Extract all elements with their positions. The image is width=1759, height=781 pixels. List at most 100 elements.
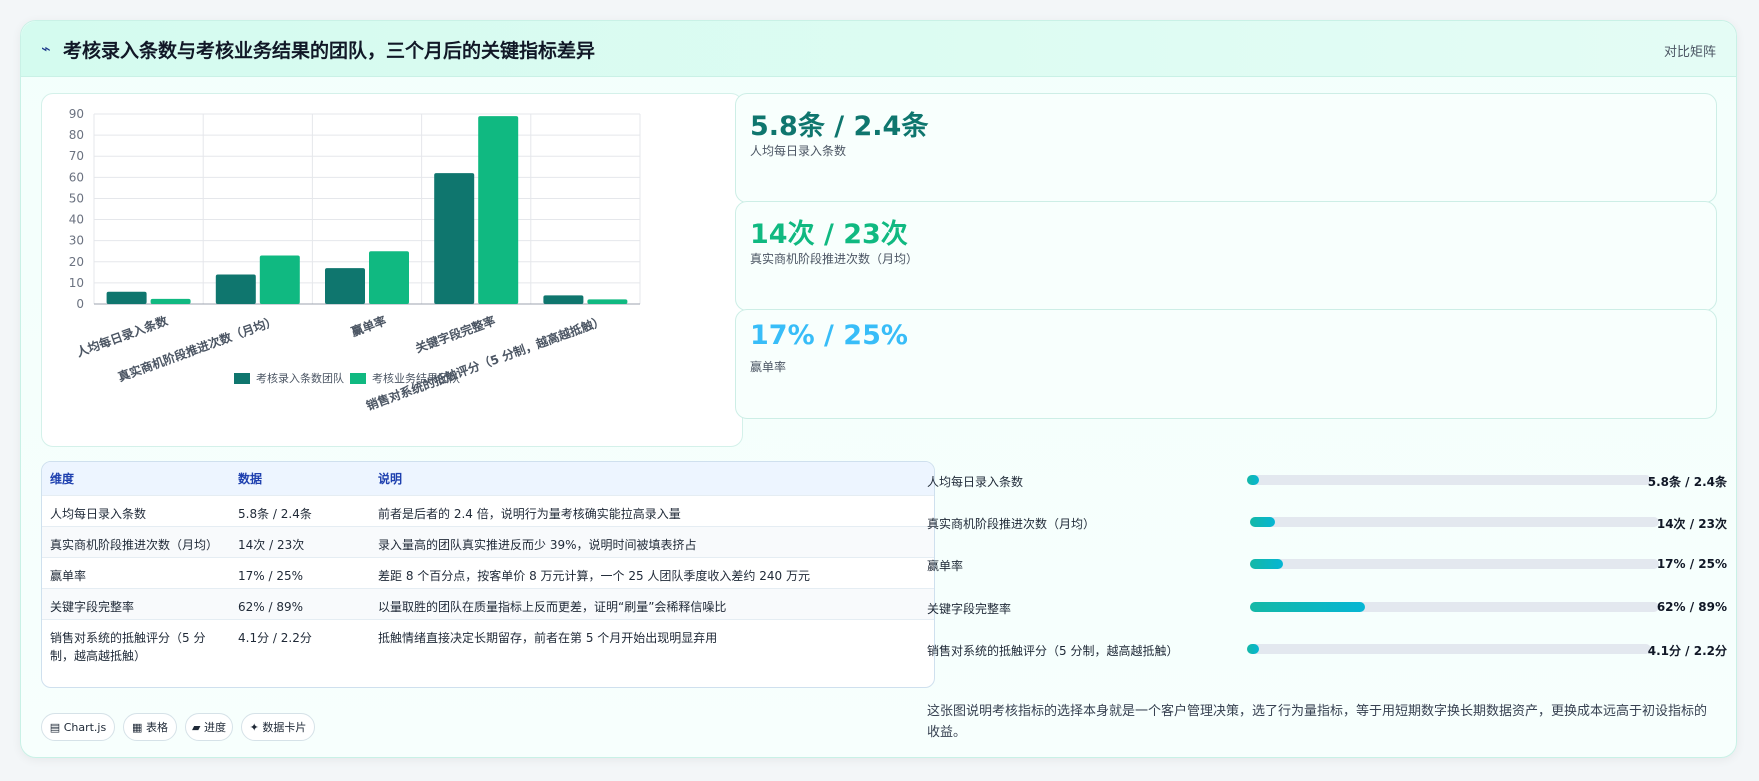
progress-fill [1250,559,1283,569]
progress-track [1250,559,1659,569]
y-tick-label: 80 [69,128,84,142]
bar-series-a [325,268,365,304]
sparkle-icon: ✦ [249,721,259,734]
pill-label: Chart.js [63,721,107,734]
table-cell: 14次 / 23次 [238,538,305,552]
progress-track [1250,602,1659,612]
column-header: 说明 [378,472,403,486]
y-tick-label: 50 [69,191,84,205]
x-tick-label: 赢单率 [349,313,388,339]
bar-series-b [259,255,300,304]
table-cell: 差距 8 个百分点，按客单价 8 万元计算，一个 25 人团队季度收入差约 24… [378,569,810,583]
stat-card: 17% / 25% 赢单率 [735,309,1717,419]
pill-label: 进度 [203,721,226,734]
legend-swatch [234,373,250,384]
progress-pill[interactable]: ▰ 进度 [185,713,233,741]
chart-icon: ▤ [49,721,61,734]
pill-label: 表格 [145,721,168,734]
table-row: 人均每日录入条数 5.8条 / 2.4条 前者是后者的 2.4 倍，说明行为量考核确… [42,495,934,526]
table-cell: 真实商机阶段推进次数（月均） [50,538,219,552]
table-cell: 赢单率 [50,569,87,583]
stat-label: 赢单率 [750,360,787,374]
bar-series-a [215,274,256,304]
matrix-label: 对比矩阵 [1663,45,1716,60]
legend-swatch [350,373,366,384]
progress-label: 关键字段完整率 [927,602,1012,616]
bar-series-b [587,299,628,304]
pulse-icon: ⌁ [41,39,51,58]
progress-label: 人均每日录入条数 [927,475,1024,489]
progress-fill [1247,475,1259,485]
card-header: ⌁ 考核录入条数与考核业务结果的团队，三个月后的关键指标差异 对比矩阵 [21,21,1736,77]
y-tick-label: 40 [69,213,84,227]
bar-chart: 0102030405060708090人均每日录入条数真实商机阶段推进次数（月均… [69,107,641,413]
stat-value: 17% / 25% [750,320,908,351]
stat-label: 人均每日录入条数 [750,144,847,158]
table-cell: 关键字段完整率 [50,600,135,614]
progress-value: 17% / 25% [1656,557,1727,571]
progress-value: 4.1分 / 2.2分 [1647,644,1727,658]
table-row: 赢单率 17% / 25% 差距 8 个百分点，按客单价 8 万元计算，一个 25 … [42,557,934,588]
data-card-pill[interactable]: ✦ 数据卡片 [241,713,315,741]
bar-series-b [150,298,191,304]
stat-card: 5.8条 / 2.4条人均每日录入条数 [735,93,1717,203]
table-cell: 17% / 25% [238,569,304,583]
progress-value: 14次 / 23次 [1656,517,1727,531]
progress-row: 赢单率 17% / 25% [927,551,1727,591]
column-header: 维度 [50,472,75,486]
progress-label: 销售对系统的抵触评分（5 分制，越高越抵触） [927,644,1179,658]
legend-label: 考核业务结果团队 [372,371,460,385]
summary-text: 这张图说明考核指标的选择本身就是一个客户管理决策，选了行为量指标，等于用短期数字… [927,704,1708,740]
y-tick-label: 0 [76,297,84,311]
table-icon: ▦ [132,721,143,734]
stat-label: 真实商机阶段推进次数（月均） [750,252,919,266]
chartjs-pill[interactable]: ▤ Chart.js [41,713,115,741]
table-cell: 62% / 89% [238,600,304,614]
data-table: 维度 数据 说明人均每日录入条数 5.8条 / 2.4条 前者是后者的 2.4 倍，说明… [41,461,935,688]
table-pill[interactable]: ▦ 表格 [123,713,177,741]
table-row: 真实商机阶段推进次数（月均） 14次 / 23次 录入量高的团队真实推进反而少 39… [42,526,934,557]
y-tick-label: 30 [69,234,84,248]
y-tick-label: 70 [69,149,84,163]
stat-value: 5.8条 / 2.4条 [750,111,929,142]
progress-track [1250,517,1659,527]
comparison-card: ⌁ 考核录入条数与考核业务结果的团队，三个月后的关键指标差异 对比矩阵 0 10 2… [20,20,1737,758]
table-cell: 抵触情绪直接决定长期留存，前者在第 5 个月开始出现明显弃用 [378,631,718,645]
progress-row: 销售对系统的抵触评分（5 分制，越高越抵触） 4.1分 / 2.2分 [927,636,1727,676]
y-tick-label: 60 [69,170,84,184]
table-row: 销售对系统的抵触评分（5 分制，越高越抵触） 4.1分 / 2.2分 抵触情绪直接决… [42,619,934,667]
y-tick-label: 10 [69,276,84,290]
table-row: 关键字段完整率 62% / 89% 以量取胜的团队在质量指标上反而更差，证明“刷量”… [42,588,934,619]
progress-row: 关键字段完整率 62% / 89% [927,594,1727,634]
table-cell: 人均每日录入条数 [50,507,147,521]
bar-chart-panel: 0 10 20 30 40 50 60 70 80 90 人均每日录入条数 真实商机阶段推进次数（月均… [41,93,743,447]
progress-label: 真实商机阶段推进次数（月均） [927,517,1096,531]
progress-icon: ▰ [192,721,201,734]
table-cell: 前者是后者的 2.4 倍，说明行为量考核确实能拉高录入量 [378,507,681,521]
card-title: 考核录入条数与考核业务结果的团队，三个月后的关键指标差异 [63,40,596,62]
progress-fill [1250,602,1365,612]
column-header: 数据 [238,472,263,486]
progress-track [1247,475,1651,485]
progress-label: 赢单率 [927,559,964,573]
stat-card: 14次 / 23次 真实商机阶段推进次数（月均） [735,201,1717,311]
table-cell: 销售对系统的抵触评分（5 分制，越高越抵触） [50,631,206,663]
table-cell: 4.1分 / 2.2分 [238,631,312,645]
y-tick-label: 20 [69,255,84,269]
pill-label: 数据卡片 [262,721,307,734]
legend-label: 考核录入条数团队 [256,371,344,385]
bar-series-b [369,251,409,304]
bar-series-a [543,295,584,304]
bar-series-a [106,291,147,304]
progress-fill [1250,517,1275,527]
bar-series-b [478,116,519,304]
progress-row: 真实商机阶段推进次数（月均） 14次 / 23次 [927,509,1727,549]
x-tick-label: 人均每日录入条数 [74,312,170,359]
progress-value: 62% / 89% [1656,600,1727,614]
progress-value: 5.8条 / 2.4条 [1647,475,1727,489]
progress-track [1247,644,1651,654]
table-header: 维度 数据 说明 [42,462,934,495]
x-tick-label: 关键字段完整率 [413,313,497,356]
table-cell: 录入量高的团队真实推进反而少 39%，说明时间被填表挤占 [378,538,697,552]
y-tick-label: 90 [69,107,84,121]
